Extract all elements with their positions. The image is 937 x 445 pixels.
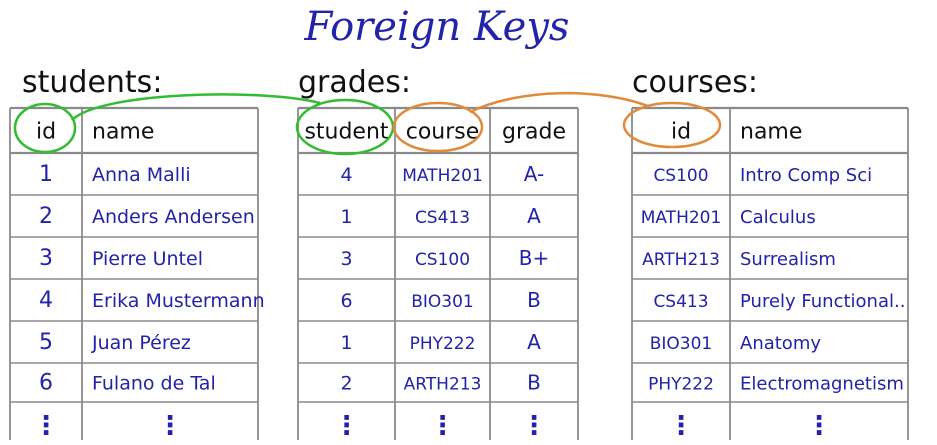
foreign-keys-diagram: Foreign Keys students: grades: courses: … [9,4,909,441]
students-cell: Erika Mustermann [92,290,265,312]
diagram-title: Foreign Keys [304,4,570,50]
courses-cell: Electromagnetism [740,374,904,395]
courses-cell: PHY222 [648,375,714,395]
students-cell: Anders Andersen [92,206,255,228]
grades-cell: 2 [340,373,352,395]
courses-table-label: courses: [632,65,758,100]
grades-cell: 4 [340,164,352,186]
students-cell: 1 [39,162,53,187]
students-cell: 6 [39,371,53,396]
students-header-name: name [92,120,154,145]
courses-cell: Calculus [740,207,816,228]
grades-header-course: course [406,120,480,145]
courses-header-id: id [671,120,691,145]
courses-continuation-dots: ⋮ [668,411,694,441]
students-continuation-dots: ⋮ [157,411,183,441]
grades-cell: B [527,371,541,395]
students-cell: Pierre Untel [92,248,203,270]
grades-cell: CS413 [415,208,470,228]
grades-table: student course grade 4 MATH201 A- 1 CS413 A 3 CS10… [297,106,579,441]
grades-table-label: grades: [298,65,411,100]
grades-cell: A [527,204,541,228]
grades-cell: 1 [340,332,352,354]
students-cell: Fulano de Tal [92,373,216,395]
courses-cell: CS413 [653,292,708,312]
courses-continuation-dots: ⋮ [806,411,832,441]
grades-cell: A- [524,162,544,186]
grades-cell: PHY222 [410,334,476,354]
grades-cell: ARTH213 [404,375,482,395]
grades-cell: B [527,288,541,312]
grades-continuation-dots: ⋮ [334,411,360,441]
grades-continuation-dots: ⋮ [521,411,547,441]
students-table: id name 1 Anna Malli 2 Anders Andersen 3 Pierre… [9,106,265,441]
courses-cell: ARTH213 [642,250,720,270]
students-header-id: id [36,120,56,145]
grades-header-student: student [304,120,388,145]
students-cell: Juan Pérez [91,332,191,354]
students-cell: 5 [39,330,53,355]
grades-cell: 3 [340,248,352,270]
grades-cell: B+ [519,246,549,270]
grades-continuation-dots: ⋮ [430,411,456,441]
courses-cell: Anatomy [740,333,821,354]
courses-cell: MATH201 [641,208,722,228]
courses-cell: Purely Functional.. [740,291,905,312]
students-cell: 2 [39,204,53,229]
courses-cell: Intro Comp Sci [740,165,872,186]
grades-header-grade: grade [502,120,566,145]
courses-cell: BIO301 [650,334,713,354]
students-cell: 4 [39,288,53,313]
grades-cell: 1 [340,206,352,228]
grades-cell: MATH201 [402,166,483,186]
grades-cell: 6 [340,290,352,312]
courses-header-name: name [740,120,802,145]
courses-cell: Surrealism [740,249,836,270]
students-cell: Anna Malli [92,164,191,186]
grades-cell: A [527,330,541,354]
courses-cell: CS100 [653,166,708,186]
courses-table: id name CS100 Intro Comp Sci MATH201 Calculus… [631,106,909,441]
students-cell: 3 [39,246,53,271]
students-continuation-dots: ⋮ [33,411,59,441]
students-table-label: students: [22,65,162,100]
course-link-arc [469,91,649,114]
grades-cell: CS100 [415,250,470,270]
grades-cell: BIO301 [411,292,474,312]
